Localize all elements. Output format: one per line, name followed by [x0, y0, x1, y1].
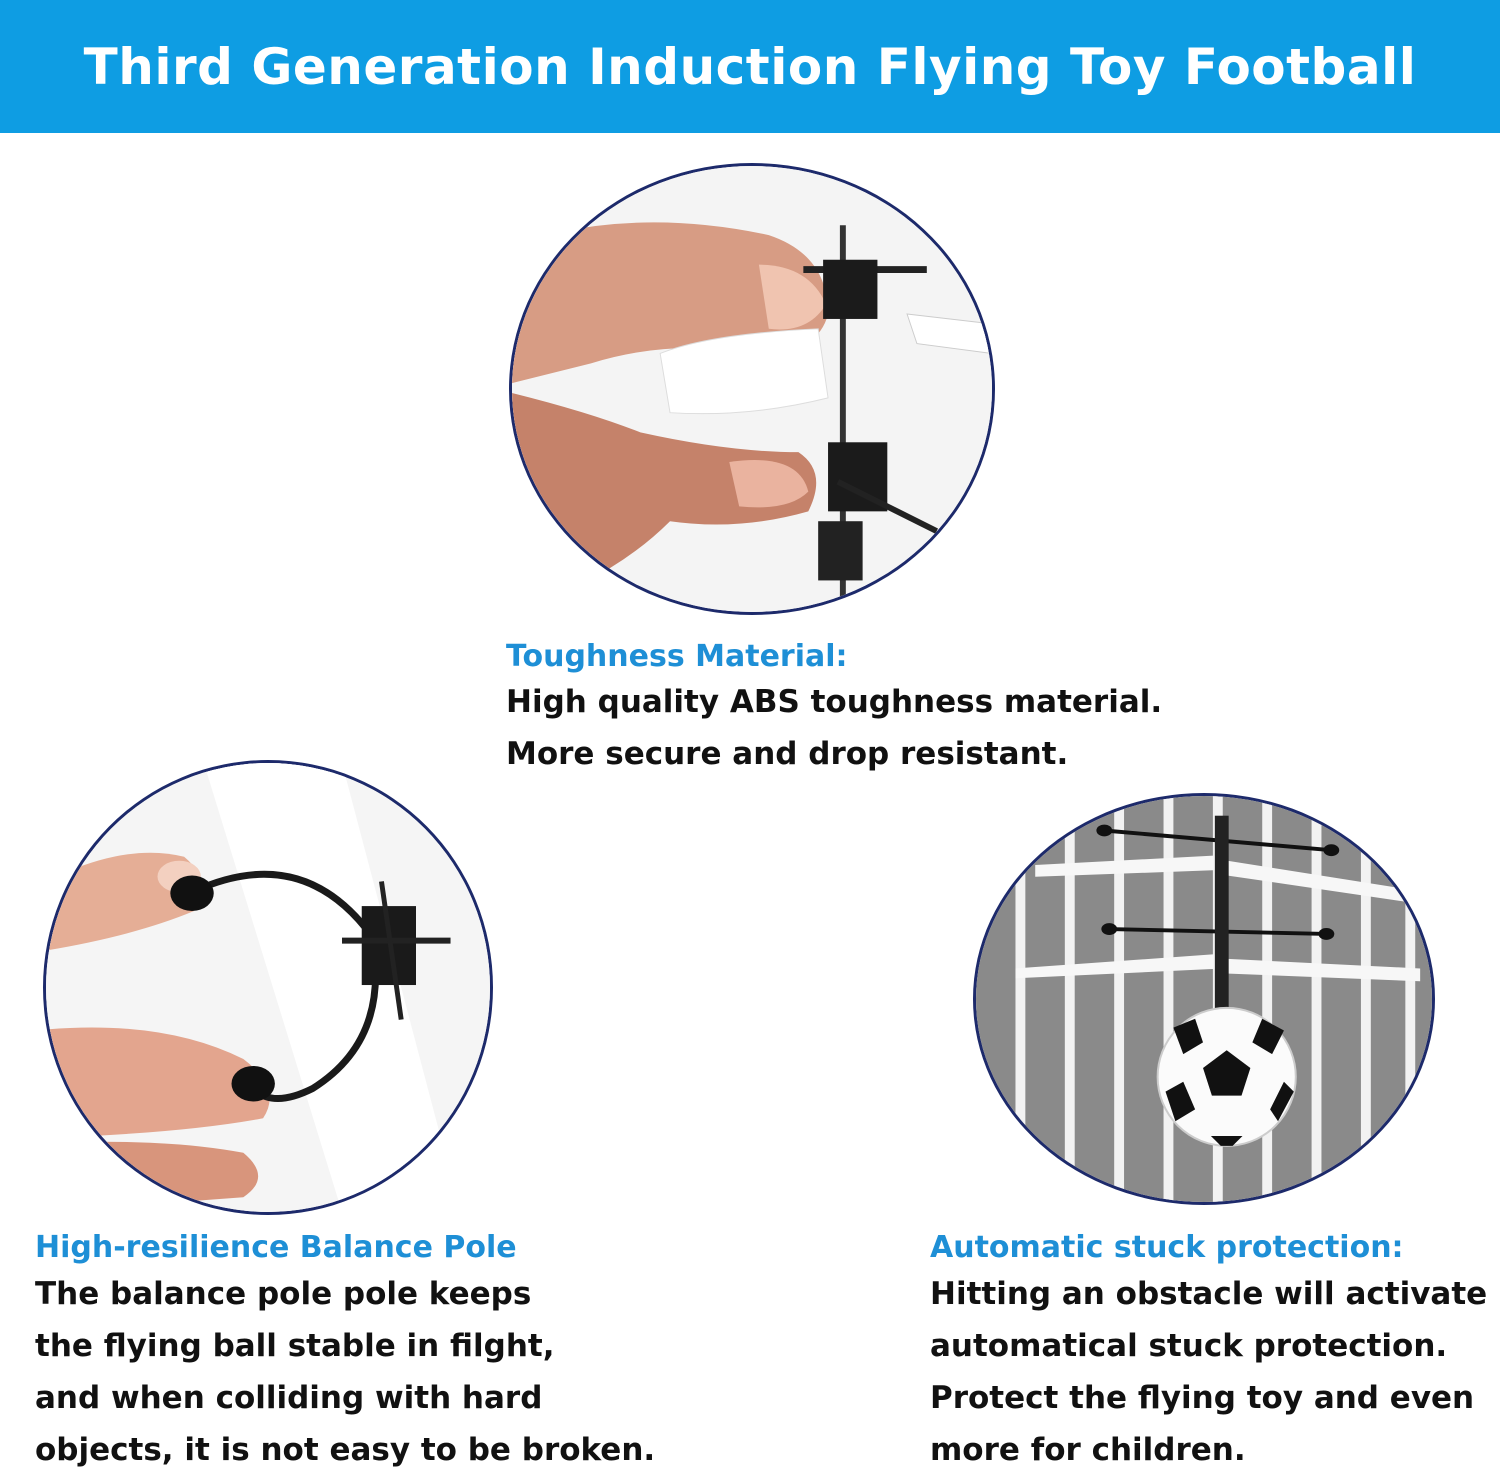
feature-balance: High-resilience Balance Pole The balance… — [35, 1228, 655, 1476]
feature-balance-line: and when colliding with hard — [35, 1380, 543, 1416]
feature-protection-line: more for children. — [930, 1432, 1246, 1468]
feature-protection: Automatic stuck protection: Hitting an o… — [930, 1228, 1487, 1476]
feature-balance-line: The balance pole pole keeps — [35, 1276, 532, 1312]
feature-protection-line: Hitting an obstacle will activate — [930, 1276, 1488, 1312]
feature-balance-title: High-resilience Balance Pole — [35, 1230, 517, 1265]
feature-balance-line: objects, it is not easy to be broken. — [35, 1432, 656, 1468]
stuck-protection-photo — [973, 793, 1435, 1205]
feature-material: Toughness Material: High quality ABS tou… — [506, 638, 1162, 780]
feature-material-line: High quality ABS toughness material. — [506, 684, 1163, 720]
title-banner: Third Generation Induction Flying Toy Fo… — [0, 0, 1500, 133]
feature-protection-line: Protect the flying toy and even — [930, 1380, 1475, 1416]
feature-material-line: More secure and drop resistant. — [506, 736, 1069, 772]
feature-protection-title: Automatic stuck protection: — [930, 1230, 1404, 1265]
feature-balance-line: the flying ball stable in filght, — [35, 1328, 555, 1364]
balance-pole-photo — [43, 760, 493, 1215]
material-photo — [509, 163, 995, 615]
feature-protection-line: automatical stuck protection. — [930, 1328, 1448, 1364]
feature-material-title: Toughness Material: — [506, 639, 848, 674]
page-title: Third Generation Induction Flying Toy Fo… — [83, 37, 1417, 96]
